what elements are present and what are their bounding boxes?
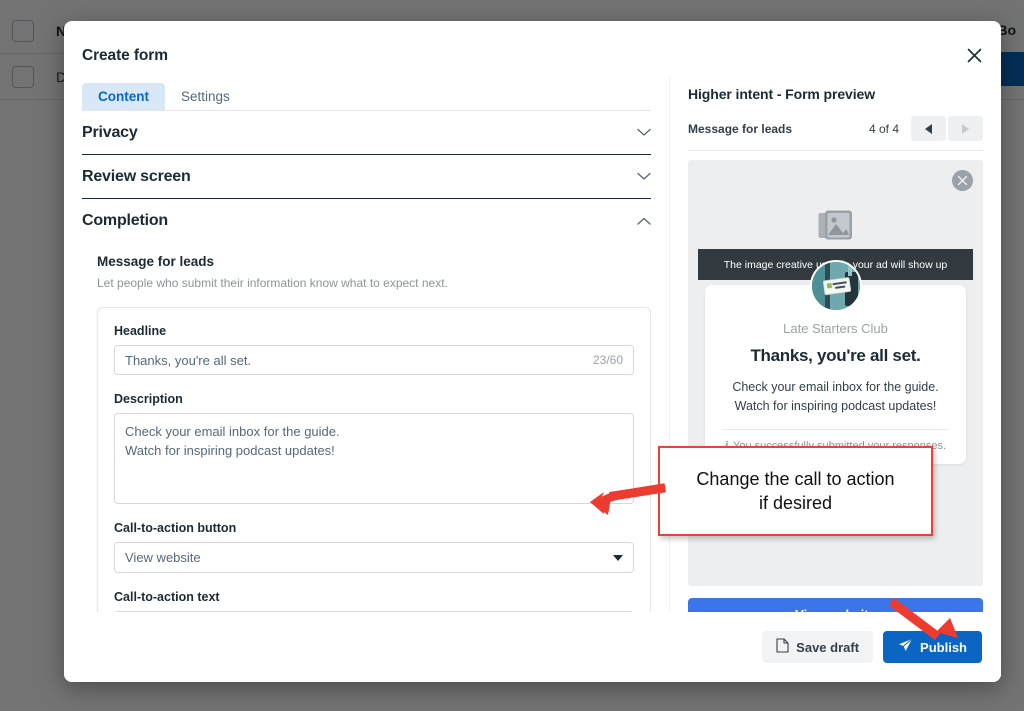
preview-navigation: Message for leads 4 of 4: [688, 115, 983, 151]
preview-prev-button[interactable]: [911, 116, 946, 141]
section-review-screen-label: Review screen: [82, 167, 191, 185]
description-label: Description: [114, 392, 183, 406]
chevron-up-icon: [637, 217, 651, 226]
cta-button-value: View website: [125, 550, 201, 565]
save-draft-button[interactable]: Save draft: [762, 631, 874, 663]
preview-title: Higher intent - Form preview: [688, 86, 876, 102]
modal-title: Create form: [82, 47, 168, 64]
chevron-down-icon: [637, 172, 651, 181]
section-completion-label: Completion: [82, 212, 168, 229]
headline-label: Headline: [114, 324, 167, 338]
triangle-left-icon: [925, 123, 932, 134]
annotation-line-2: if desired: [758, 493, 833, 513]
avatar: [809, 260, 862, 312]
preview-completion-card: Late Starters Club Thanks, you're all se…: [705, 260, 966, 464]
description-line-1: Check your email inbox for the guide.: [125, 424, 340, 439]
tab-settings[interactable]: Settings: [165, 83, 246, 111]
save-draft-label: Save draft: [796, 639, 860, 655]
publish-button[interactable]: Publish: [883, 631, 982, 663]
create-form-modal: Create form Content Settings Privacy Rev…: [64, 21, 1001, 682]
preview-step-label: Message for leads: [688, 121, 793, 136]
section-completion[interactable]: Completion: [82, 199, 651, 243]
cta-button-select[interactable]: View website: [114, 542, 634, 573]
headline-input[interactable]: Thanks, you're all set. 23/60: [114, 345, 634, 375]
divider: [722, 429, 949, 430]
image-placeholder-icon: [688, 210, 983, 242]
tab-bar: Content Settings: [82, 77, 651, 111]
chevron-down-icon: [637, 128, 651, 137]
preview-step-count: 4 of 4: [868, 121, 899, 136]
headline-counter: 23/60: [592, 353, 623, 367]
annotation-line-1: Change the call to action: [696, 469, 895, 489]
section-privacy[interactable]: Privacy: [82, 111, 651, 155]
preview-desc-line-2: Watch for inspiring podcast updates!: [734, 399, 937, 413]
document-icon: [776, 638, 789, 656]
section-privacy-label: Privacy: [82, 123, 138, 141]
message-for-leads-description: Let people who submit their information …: [97, 276, 448, 290]
tab-content[interactable]: Content: [82, 82, 165, 110]
preview-next-button[interactable]: [948, 116, 983, 141]
close-icon[interactable]: [957, 38, 991, 72]
description-textarea[interactable]: Check your email inbox for the guide. Wa…: [114, 413, 634, 504]
triangle-right-icon: [962, 123, 969, 134]
form-content-panel: Content Settings Privacy Review screen C…: [64, 77, 669, 612]
cta-text-label: Call-to-action text: [114, 590, 220, 604]
message-for-leads-title: Message for leads: [97, 254, 215, 269]
preview-brand-name: Late Starters Club: [783, 321, 888, 336]
preview-headline: Thanks, you're all set.: [750, 346, 921, 365]
description-line-2: Watch for inspiring podcast updates!: [125, 443, 335, 458]
chevron-down-icon: [613, 554, 623, 561]
close-circle-icon[interactable]: [952, 170, 973, 191]
message-fields-card: Headline Thanks, you're all set. 23/60 D…: [97, 307, 651, 612]
headline-value: Thanks, you're all set.: [125, 352, 252, 368]
cta-button-label: Call-to-action button: [114, 521, 237, 535]
send-icon: [898, 638, 913, 656]
section-review-screen[interactable]: Review screen: [82, 155, 651, 199]
modal-footer: Save draft Publish: [64, 612, 1001, 682]
publish-label: Publish: [920, 639, 967, 655]
annotation-callout: Change the call to action if desired: [658, 446, 933, 536]
resize-handle-icon[interactable]: [621, 491, 631, 501]
completion-section-body: Message for leads Let people who submit …: [82, 243, 651, 612]
preview-desc-line-1: Check your email inbox for the guide.: [732, 380, 939, 394]
